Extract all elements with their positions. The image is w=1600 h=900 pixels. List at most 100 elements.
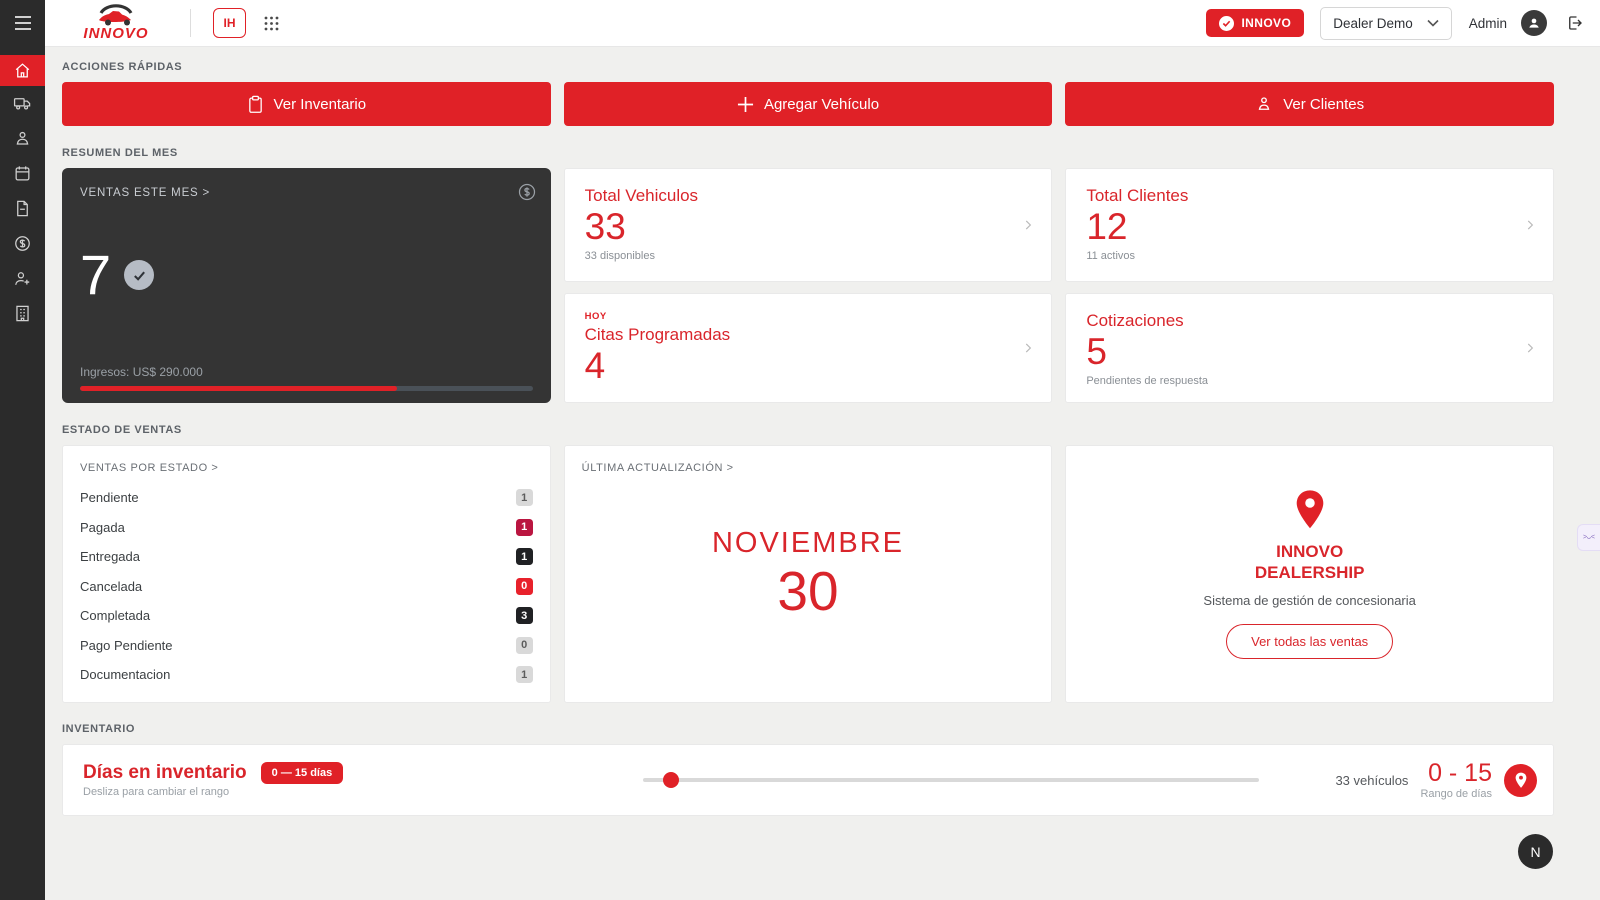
stat-title: Citas Programadas [585,325,1032,345]
stat-value: 5 [1086,332,1533,373]
status-row[interactable]: Cancelada 0 [80,572,533,602]
section-label-quick-actions: ACCIONES RÁPIDAS [62,61,1554,73]
stat-eyebrow: HOY [585,311,1032,322]
home-icon [13,61,32,80]
status-count-badge: 0 [516,578,533,595]
brand-logo[interactable]: INNOVO [70,4,162,42]
sales-by-status-title[interactable]: VENTAS POR ESTADO > [80,462,533,474]
sidebar-item-customers[interactable] [0,121,45,156]
section-label-sales-status: ESTADO DE VENTAS [62,424,1554,436]
hamburger-menu-button[interactable] [0,0,45,46]
chevron-right-icon [1021,341,1035,355]
chevron-right-icon [1523,218,1537,232]
status-row[interactable]: Pagada 1 [80,513,533,543]
notification-fab[interactable]: N [1518,834,1553,869]
workspace-button[interactable]: IH [213,8,246,38]
status-count-badge: 1 [516,548,533,565]
apps-grid-button[interactable] [264,16,279,31]
revenue-progress [80,386,533,391]
logout-icon [1566,14,1584,32]
slider-thumb[interactable] [663,772,679,788]
status-row[interactable]: Entregada 1 [80,542,533,572]
status-count-badge: 3 [516,607,533,624]
hamburger-icon [14,16,32,30]
truck-icon [13,94,32,113]
dollar-circle-icon [517,182,537,207]
document-icon [13,199,32,218]
stat-title: Total Clientes [1086,186,1533,206]
sales-count-value: 7 [80,247,111,303]
stat-subtitle: 33 disponibles [585,250,1032,262]
range-label: Rango de días [1420,788,1492,800]
sidebar-nav [0,55,45,331]
user-plus-icon [13,269,32,288]
last-update-card: ÚLTIMA ACTUALIZACIÓN > NOVIEMBRE 30 [564,445,1053,703]
revenue-label: Ingresos: US$ 290.000 [80,365,533,379]
sidebar-item-sales[interactable] [0,226,45,261]
appointments-card[interactable]: HOY Citas Programadas 4 [564,293,1053,403]
status-label: Pago Pendiente [80,638,173,653]
monthly-summary-grid: VENTAS ESTE MES > 7 Ingresos: US$ 290.00… [62,168,1554,403]
customer-icon [13,129,32,148]
location-pin-icon [1514,772,1528,789]
status-count-badge: 0 [516,637,533,654]
topbar: INNOVO IH INNOVO Dealer Demo Admin [45,0,1600,47]
main-content: ACCIONES RÁPIDAS Ver Inventario Agregar … [45,47,1600,900]
stat-subtitle: Pendientes de respuesta [1086,375,1533,387]
status-label: Completada [80,608,150,623]
status-label: Pagada [80,520,125,535]
sales-by-status-card: VENTAS POR ESTADO > Pendiente 1 Pagada 1… [62,445,551,703]
avatar-user-icon [1527,16,1541,30]
avatar[interactable] [1521,10,1547,36]
sales-card-title: VENTAS ESTE MES > [80,187,533,199]
calendar-icon [13,164,32,183]
org-badge[interactable]: INNOVO [1206,9,1304,37]
chevron-right-icon [1021,218,1035,232]
topbar-divider [190,9,191,37]
brand-name: INNOVO [83,25,148,42]
last-update-month: NOVIEMBRE [712,527,904,560]
check-circle-icon [124,260,154,290]
view-customers-button[interactable]: Ver Clientes [1065,82,1554,126]
status-row[interactable]: Pago Pendiente 0 [80,631,533,661]
chevron-right-icon [1523,341,1537,355]
plus-icon [737,96,754,113]
add-vehicle-button[interactable]: Agregar Vehículo [564,82,1053,126]
quotes-card[interactable]: Cotizaciones 5 Pendientes de respuesta [1065,293,1554,403]
status-row[interactable]: Documentacion 1 [80,660,533,690]
quick-actions-row: Ver Inventario Agregar Vehículo Ver Clie… [62,82,1554,126]
feedback-tab[interactable]: >ᴗ< [1577,524,1600,551]
inventory-pin-button[interactable] [1504,764,1537,797]
sidebar-item-dealership[interactable] [0,296,45,331]
stat-title: Cotizaciones [1086,311,1533,331]
total-vehicles-card[interactable]: Total Vehiculos 33 33 disponibles [564,168,1053,282]
dealer-selector[interactable]: Dealer Demo [1320,7,1452,40]
status-row[interactable]: Completada 3 [80,601,533,631]
sidebar-item-add-customer[interactable] [0,261,45,296]
person-icon [1255,95,1273,113]
status-row[interactable]: Pendiente 1 [80,483,533,513]
logout-button[interactable] [1566,14,1584,32]
stat-title: Total Vehiculos [585,186,1032,206]
dollar-icon [13,234,32,253]
total-customers-card[interactable]: Total Clientes 12 11 activos [1065,168,1554,282]
status-count-badge: 1 [516,666,533,683]
sidebar-item-appointments[interactable] [0,156,45,191]
sales-this-month-card[interactable]: VENTAS ESTE MES > 7 Ingresos: US$ 290.00… [62,168,551,403]
dealership-card: INNOVO DEALERSHIP Sistema de gestión de … [1065,445,1554,703]
building-icon [13,304,32,323]
view-inventory-button[interactable]: Ver Inventario [62,82,551,126]
dealer-selector-value: Dealer Demo [1333,16,1413,31]
dealership-name-line2: DEALERSHIP [1255,562,1365,583]
slider-track[interactable] [643,778,1259,782]
topbar-right: INNOVO Dealer Demo Admin [1206,7,1584,40]
inventory-right: 33 vehículos 0 - 15 Rango de días [1335,761,1537,800]
days-range-slider[interactable] [643,765,1259,795]
status-label: Pendiente [80,490,139,505]
sidebar-item-vehicles[interactable] [0,86,45,121]
sidebar-item-documents[interactable] [0,191,45,226]
view-all-sales-button[interactable]: Ver todas las ventas [1226,624,1393,659]
sidebar-item-home[interactable] [0,55,45,86]
add-vehicle-label: Agregar Vehículo [764,96,879,113]
view-customers-label: Ver Clientes [1283,96,1364,113]
